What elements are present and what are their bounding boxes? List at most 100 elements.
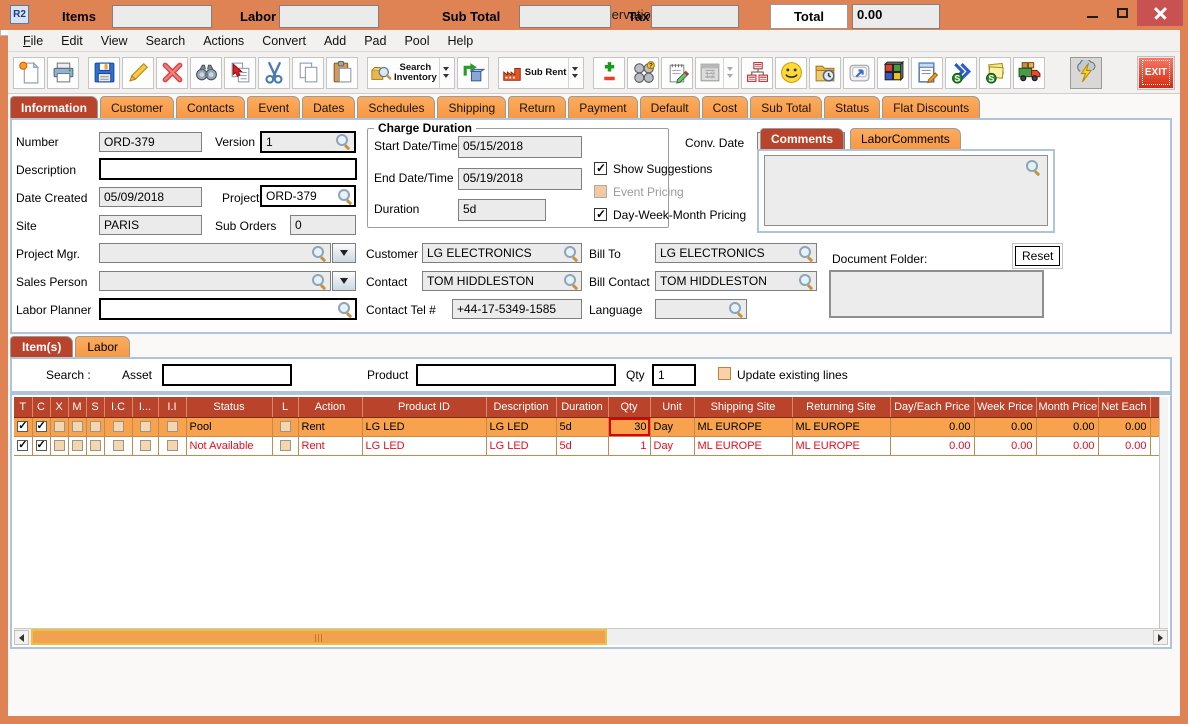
bill-contact-lookup-icon[interactable] — [799, 274, 814, 289]
cell-week-price[interactable]: 0.00 — [974, 436, 1037, 456]
horizontal-scrollbar[interactable] — [14, 628, 1168, 645]
update-lines-checkbox[interactable] — [718, 367, 731, 380]
show-suggestions-checkbox[interactable] — [594, 161, 607, 175]
cell-qty[interactable]: 1 — [608, 436, 651, 456]
col-c[interactable]: C — [32, 397, 51, 418]
cut-button[interactable] — [258, 56, 290, 89]
tab-status[interactable]: Status — [824, 96, 881, 118]
tab-contacts[interactable]: Contacts — [176, 96, 246, 118]
menu-actions[interactable]: Actions — [194, 31, 253, 51]
tab-event[interactable]: Event — [247, 96, 301, 118]
duration-field[interactable]: 5d — [458, 199, 546, 221]
menu-search[interactable]: Search — [137, 31, 195, 51]
tab-information[interactable]: Information — [10, 96, 98, 118]
folder-history-button[interactable] — [809, 56, 842, 89]
asset-field[interactable] — [162, 364, 292, 386]
menu-file[interactable]: File — [14, 31, 52, 51]
cell-product-id[interactable]: LG LED — [362, 417, 487, 437]
tab-cost[interactable]: Cost — [701, 96, 749, 118]
add-remove-button[interactable] — [593, 56, 626, 89]
flag-l-checkbox[interactable] — [279, 440, 291, 452]
project-mgr-field[interactable] — [99, 243, 331, 263]
cell-returning-site[interactable]: ML EUROPE — [792, 417, 891, 437]
save-button[interactable] — [88, 56, 120, 89]
convert-item-button[interactable] — [456, 56, 489, 89]
product-field[interactable] — [416, 364, 616, 386]
project-mgr-combo-button[interactable] — [332, 243, 356, 263]
truck-shipping-button[interactable] — [1013, 56, 1046, 89]
bill-to-field[interactable]: LG ELECTRONICS — [655, 243, 817, 263]
col-l[interactable]: L — [272, 397, 299, 418]
tab-dates[interactable]: Dates — [302, 96, 356, 118]
cell-shipping-site[interactable]: ML EUROPE — [694, 417, 793, 437]
flag-s-checkbox[interactable] — [89, 440, 101, 452]
col-m[interactable]: M — [68, 397, 87, 418]
menu-edit[interactable]: Edit — [52, 31, 92, 51]
col-t[interactable]: T — [14, 397, 33, 418]
version-lookup-icon[interactable] — [336, 134, 351, 149]
tab-payment[interactable]: Payment — [568, 96, 638, 118]
labor-planner-lookup-icon[interactable] — [338, 302, 353, 317]
cell-qty[interactable]: 30 — [608, 417, 651, 437]
cell-action[interactable]: Rent — [298, 436, 363, 456]
flag-ii-checkbox[interactable] — [166, 421, 178, 433]
flag-t-checkbox[interactable] — [17, 438, 29, 452]
cell-net-each[interactable]: 0.00 — [1098, 417, 1151, 437]
col-description[interactable]: Description — [486, 397, 557, 418]
calendar-dropdown[interactable] — [723, 57, 736, 88]
customer-field[interactable]: LG ELECTRONICS — [422, 243, 582, 263]
end-date-field[interactable]: 05/19/2018 — [458, 168, 582, 190]
col-ii[interactable]: I.I — [158, 397, 187, 418]
col-shipping-site[interactable]: Shipping Site — [694, 397, 793, 418]
col-week-price[interactable]: Week Price — [974, 397, 1037, 418]
flag-i2-checkbox[interactable] — [139, 440, 151, 452]
sub-rent-dropdown[interactable] — [568, 57, 581, 88]
scroll-left-button[interactable] — [14, 630, 29, 645]
col-day-each-price[interactable]: Day/Each Price — [890, 397, 975, 418]
cell-duration[interactable]: 5d — [556, 436, 609, 456]
col-product-id[interactable]: Product ID — [362, 397, 487, 418]
copy-button[interactable] — [292, 56, 324, 89]
flag-x-checkbox[interactable] — [53, 440, 65, 452]
search-inventory-dropdown[interactable] — [438, 57, 452, 88]
tab-labor-comments[interactable]: LaborComments — [850, 128, 961, 149]
delete-button[interactable] — [156, 56, 188, 89]
flag-x-checkbox[interactable] — [53, 421, 65, 433]
tab-labor[interactable]: Labor — [75, 336, 131, 357]
quick-action-button[interactable] — [1070, 56, 1102, 89]
flag-c-checkbox[interactable] — [35, 419, 47, 433]
bill-to-lookup-icon[interactable] — [799, 246, 814, 261]
col-qty[interactable]: Qty — [608, 397, 651, 418]
menu-help[interactable]: Help — [439, 31, 483, 51]
col-status[interactable]: Status — [186, 397, 273, 418]
cell-week-price[interactable]: 0.00 — [974, 417, 1037, 437]
dwm-pricing-checkbox[interactable] — [594, 207, 607, 221]
description-field[interactable] — [99, 158, 357, 180]
flag-c-checkbox[interactable] — [35, 438, 47, 452]
cell-status[interactable]: Not Available — [186, 436, 273, 456]
tab-schedules[interactable]: Schedules — [357, 96, 436, 118]
cell-description[interactable]: LG LED — [486, 436, 557, 456]
col-net-each[interactable]: Net Each — [1098, 397, 1151, 418]
cell-net-each[interactable]: 0.00 — [1098, 436, 1151, 456]
site-field[interactable]: PARIS — [99, 215, 202, 235]
cell-action[interactable]: Rent — [298, 417, 363, 437]
notes-pad-button[interactable] — [661, 56, 694, 89]
sub-rent-button[interactable]: Sub Rent — [497, 56, 585, 89]
smiley-button[interactable] — [775, 56, 808, 89]
col-duration[interactable]: Duration — [556, 397, 609, 418]
col-unit[interactable]: Unit — [650, 397, 695, 418]
qty-field[interactable] — [652, 364, 696, 386]
tab-sub-total[interactable]: Sub Total — [750, 96, 823, 118]
flag-m-checkbox[interactable] — [71, 440, 83, 452]
reset-button[interactable]: Reset — [1011, 243, 1064, 269]
edit-button[interactable] — [122, 56, 154, 89]
customer-lookup-icon[interactable] — [564, 246, 579, 261]
project-mgr-lookup-icon[interactable] — [312, 246, 327, 261]
tab-shipping[interactable]: Shipping — [437, 96, 507, 118]
sub-orders-field[interactable]: 0 — [290, 215, 356, 235]
bill-contact-field[interactable]: TOM HIDDLESTON — [655, 271, 817, 291]
cell-month-price[interactable]: 0.00 — [1036, 417, 1099, 437]
menu-add[interactable]: Add — [315, 31, 355, 51]
shortcut-key-button[interactable] — [843, 56, 876, 89]
